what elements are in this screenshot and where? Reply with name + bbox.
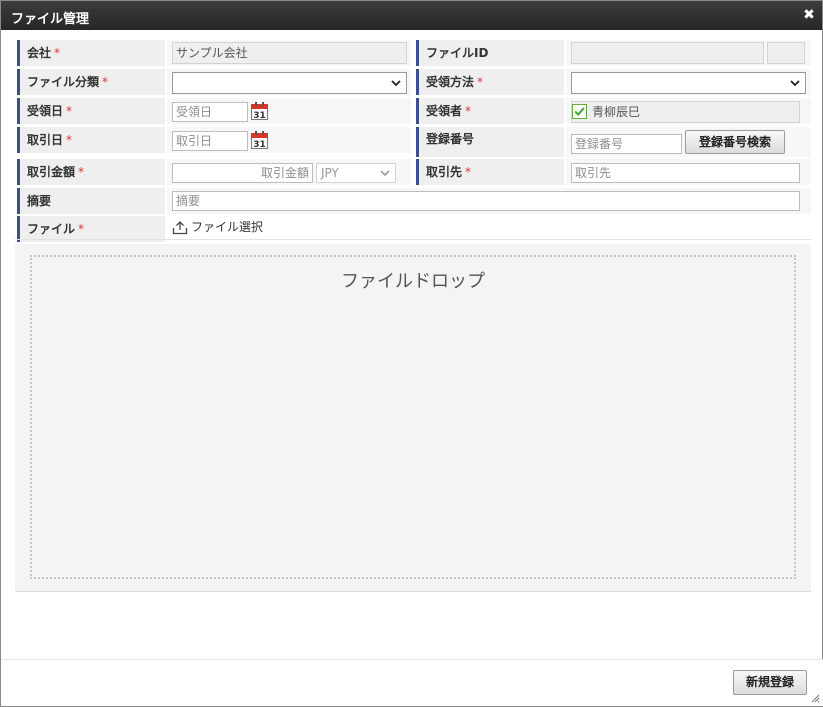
dialog-title: ファイル管理	[11, 12, 90, 27]
receiver-value: 青柳辰巳	[592, 105, 641, 119]
file-select-link[interactable]: ファイル選択	[172, 218, 263, 236]
receiver-checkbox[interactable]	[572, 104, 587, 119]
summary-label-text: 摘要	[27, 194, 52, 208]
required-mark: *	[66, 104, 73, 118]
file-category-label-text: ファイル分類	[27, 75, 100, 89]
file-management-dialog: ファイル管理 ✖ 会社 * サンプル会社 ファイルID ファイル分類 * 受領方法 *…	[0, 0, 823, 707]
transaction-date-label: 取引日 *	[17, 127, 165, 153]
company-field: サンプル会社	[172, 42, 407, 64]
counterparty-input[interactable]	[571, 163, 800, 183]
drop-zone-text: ファイルドロップ	[341, 271, 485, 292]
required-mark: *	[465, 165, 472, 179]
file-category-select[interactable]	[172, 72, 407, 94]
transaction-date-label-text: 取引日	[27, 133, 64, 147]
file-id-label-text: ファイルID	[426, 46, 489, 60]
upload-icon	[172, 221, 188, 235]
amount-input[interactable]	[172, 163, 313, 183]
receipt-method-select[interactable]	[571, 72, 806, 94]
receiver-field: 青柳辰巳	[571, 101, 800, 123]
required-mark: *	[66, 133, 73, 147]
receipt-date-label: 受領日 *	[17, 98, 165, 124]
file-id-sub-field	[767, 42, 805, 64]
receiver-label-text: 受領者	[426, 104, 463, 118]
counterparty-label-text: 取引先	[426, 165, 463, 179]
chevron-down-icon	[391, 80, 401, 87]
calendar-day: 31	[253, 140, 266, 149]
receipt-method-label-text: 受領方法	[426, 75, 475, 89]
registration-number-input[interactable]	[571, 134, 682, 154]
company-label-text: 会社	[27, 46, 52, 60]
file-category-label: ファイル分類 *	[17, 69, 165, 95]
amount-label-text: 取引金額	[27, 165, 76, 179]
dialog-titlebar[interactable]: ファイル管理 ✖	[1, 1, 822, 30]
required-mark: *	[54, 46, 61, 60]
dialog-footer: 新規登録	[2, 659, 823, 706]
receipt-date-label-text: 受領日	[27, 104, 64, 118]
amount-label: 取引金額 *	[17, 159, 165, 185]
file-drop-zone[interactable]: ファイルドロップ	[30, 255, 796, 579]
required-mark: *	[465, 104, 472, 118]
currency-value: JPY	[321, 166, 339, 180]
receipt-date-input[interactable]	[172, 102, 248, 122]
required-mark: *	[78, 222, 85, 236]
registration-number-label-text: 登録番号	[426, 132, 475, 146]
file-drop-area[interactable]: ファイルドロップ	[15, 244, 811, 592]
divider	[15, 239, 811, 240]
receiver-label: 受領者 *	[416, 98, 564, 124]
file-select-label: ファイル選択	[191, 220, 264, 234]
calendar-icon[interactable]: 31	[251, 131, 268, 149]
registration-number-label: 登録番号	[416, 127, 564, 157]
counterparty-label: 取引先 *	[416, 159, 564, 185]
register-button[interactable]: 新規登録	[733, 670, 807, 695]
company-label: 会社 *	[17, 40, 165, 66]
close-icon[interactable]: ✖	[802, 8, 816, 22]
currency-select[interactable]: JPY	[316, 163, 396, 183]
calendar-icon[interactable]: 31	[251, 102, 268, 120]
file-id-label: ファイルID	[416, 40, 564, 66]
required-mark: *	[78, 165, 85, 179]
summary-label: 摘要	[17, 188, 165, 214]
chevron-down-icon	[790, 80, 800, 87]
required-mark: *	[102, 75, 109, 89]
receipt-method-label: 受領方法 *	[416, 69, 564, 95]
required-mark: *	[477, 75, 484, 89]
transaction-date-input[interactable]	[172, 131, 248, 151]
file-label-text: ファイル	[27, 222, 76, 236]
resize-grip-icon[interactable]	[811, 694, 820, 703]
registration-number-search-button[interactable]: 登録番号検索	[685, 130, 785, 154]
chevron-down-icon	[380, 170, 390, 177]
company-value: サンプル会社	[176, 46, 248, 60]
calendar-day: 31	[253, 111, 266, 120]
file-id-field	[571, 42, 764, 64]
summary-input[interactable]	[172, 191, 800, 211]
